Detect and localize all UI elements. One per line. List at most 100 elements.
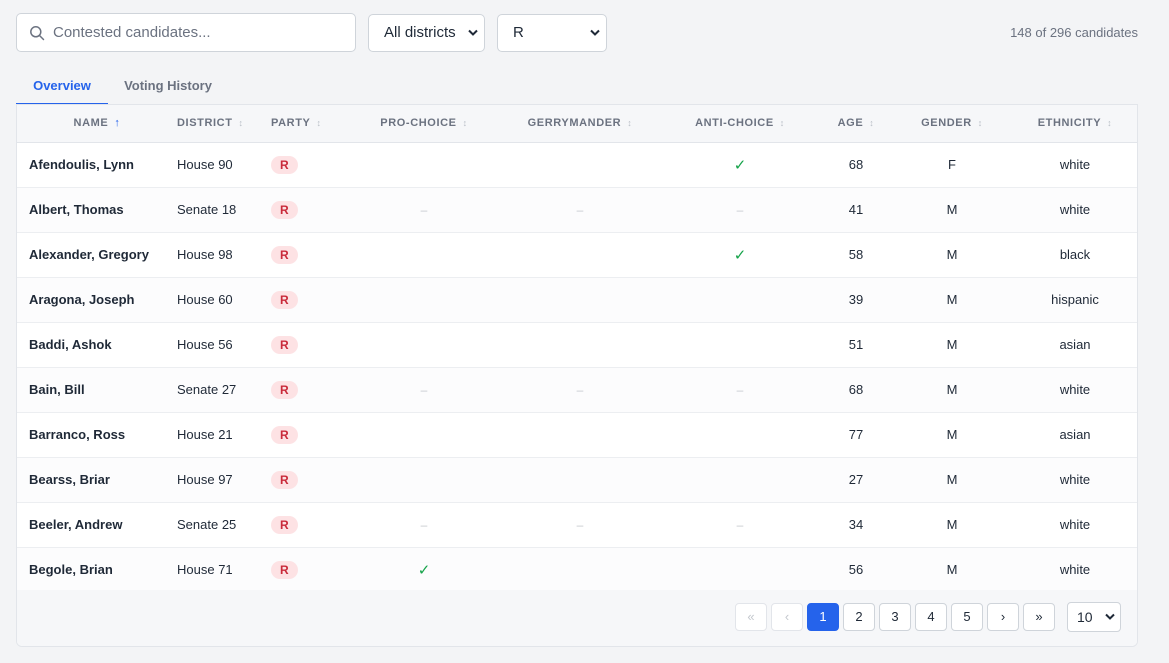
column-header-name[interactable]: NAME ↑	[17, 105, 177, 143]
sort-icon: ↕	[1107, 118, 1113, 129]
prev-page-button[interactable]: ‹	[771, 603, 803, 631]
cell-age: 77	[819, 412, 893, 458]
party-filter-select[interactable]: R	[497, 14, 607, 52]
sort-icon: ↕	[779, 118, 785, 129]
cell-ethnicity: white	[1011, 502, 1137, 548]
column-header-age[interactable]: AGE ↕	[819, 105, 893, 143]
candidates-table-card: NAME ↑ DISTRICT ↕ PARTY ↕ PRO-CHOICE ↕ GERRY…	[16, 104, 1138, 647]
column-header-gerrymander[interactable]: GERRYMANDER ↕	[499, 105, 661, 143]
table-row[interactable]: Baddi, Ashok House 56 R 51 M asian	[17, 322, 1137, 368]
cell-anti-choice	[661, 412, 819, 458]
cell-ethnicity: white	[1011, 142, 1137, 188]
pagination-bar: « ‹ 1 2 3 4 5 › » 10	[17, 590, 1137, 646]
dash-icon: –	[736, 383, 744, 397]
tab-voting-history[interactable]: Voting History	[118, 75, 218, 105]
dash-icon: –	[420, 518, 428, 532]
cell-district: House 60	[177, 277, 271, 323]
page-button-4[interactable]: 4	[915, 603, 947, 631]
cell-name: Beeler, Andrew	[17, 502, 177, 548]
per-page-select[interactable]: 10	[1067, 602, 1121, 632]
column-header-pro-choice[interactable]: PRO-CHOICE ↕	[349, 105, 499, 143]
district-filter-select[interactable]: All districts	[368, 14, 485, 52]
column-header-ethnicity[interactable]: ETHNICITY ↕	[1011, 105, 1137, 143]
cell-party: R	[271, 457, 349, 503]
cell-gerrymander	[499, 322, 661, 368]
cell-name: Barranco, Ross	[17, 412, 177, 458]
page-button-2[interactable]: 2	[843, 603, 875, 631]
check-icon: ✓	[733, 246, 747, 264]
column-header-gender[interactable]: GENDER ↕	[893, 105, 1011, 143]
dash-icon: –	[420, 383, 428, 397]
first-page-button[interactable]: «	[735, 603, 767, 631]
cell-age: 34	[819, 502, 893, 548]
next-page-button[interactable]: ›	[987, 603, 1019, 631]
district-filter-value: All districts	[384, 24, 456, 41]
party-badge: R	[271, 290, 298, 309]
cell-district: House 56	[177, 322, 271, 368]
cell-party: R	[271, 142, 349, 188]
party-badge: R	[271, 470, 298, 489]
search-input[interactable]	[53, 14, 348, 51]
cell-name: Begole, Brian	[17, 547, 177, 593]
table-row[interactable]: Bearss, Briar House 97 R 27 M white	[17, 457, 1137, 503]
table-header-row: NAME ↑ DISTRICT ↕ PARTY ↕ PRO-CHOICE ↕ GERRY…	[17, 105, 1137, 143]
dash-icon: –	[576, 518, 584, 532]
page-button-3[interactable]: 3	[879, 603, 911, 631]
table-row[interactable]: Begole, Brian House 71 R ✓ 56 M white	[17, 547, 1137, 593]
cell-pro-choice	[349, 322, 499, 368]
table-row[interactable]: Alexander, Gregory House 98 R ✓ 58 M bla…	[17, 232, 1137, 278]
cell-gerrymander	[499, 142, 661, 188]
cell-age: 51	[819, 322, 893, 368]
last-page-button[interactable]: »	[1023, 603, 1055, 631]
cell-name: Bearss, Briar	[17, 457, 177, 503]
chevron-down-icon	[1105, 613, 1115, 620]
cell-name: Aragona, Joseph	[17, 277, 177, 323]
cell-anti-choice: –	[661, 502, 819, 548]
sort-ascending-icon: ↑	[114, 117, 121, 130]
table-row[interactable]: Aragona, Joseph House 60 R 39 M hispanic	[17, 277, 1137, 323]
cell-gender: M	[893, 547, 1011, 593]
cell-anti-choice	[661, 457, 819, 503]
cell-age: 58	[819, 232, 893, 278]
column-header-district[interactable]: DISTRICT ↕	[177, 105, 271, 143]
sort-icon: ↕	[977, 118, 983, 129]
cell-district: Senate 25	[177, 502, 271, 548]
cell-gerrymander: –	[499, 502, 661, 548]
sort-icon: ↕	[238, 118, 244, 129]
table-row[interactable]: Albert, Thomas Senate 18 R – – – 41 M wh…	[17, 187, 1137, 233]
cell-pro-choice: –	[349, 187, 499, 233]
cell-anti-choice: –	[661, 187, 819, 233]
dash-icon: –	[736, 518, 744, 532]
sort-icon: ↕	[462, 118, 468, 129]
cell-gender: F	[893, 142, 1011, 188]
search-box[interactable]	[16, 13, 356, 52]
cell-party: R	[271, 322, 349, 368]
tab-overview[interactable]: Overview	[16, 75, 108, 105]
table-row[interactable]: Afendoulis, Lynn House 90 R ✓ 68 F white	[17, 142, 1137, 188]
party-badge: R	[271, 560, 298, 579]
page-button-5[interactable]: 5	[951, 603, 983, 631]
cell-age: 68	[819, 142, 893, 188]
column-header-party[interactable]: PARTY ↕	[271, 105, 349, 143]
table-row[interactable]: Barranco, Ross House 21 R 77 M asian	[17, 412, 1137, 458]
cell-party: R	[271, 232, 349, 278]
page-button-1[interactable]: 1	[807, 603, 839, 631]
cell-age: 41	[819, 187, 893, 233]
party-badge: R	[271, 155, 298, 174]
dash-icon: –	[420, 203, 428, 217]
column-header-anti-choice[interactable]: ANTI-CHOICE ↕	[661, 105, 819, 143]
table-row[interactable]: Beeler, Andrew Senate 25 R – – – 34 M wh…	[17, 502, 1137, 548]
cell-gender: M	[893, 322, 1011, 368]
cell-party: R	[271, 277, 349, 323]
cell-age: 39	[819, 277, 893, 323]
cell-gender: M	[893, 457, 1011, 503]
cell-anti-choice	[661, 277, 819, 323]
cell-anti-choice: –	[661, 367, 819, 413]
table-row[interactable]: Bain, Bill Senate 27 R – – – 68 M white	[17, 367, 1137, 413]
cell-gender: M	[893, 412, 1011, 458]
table-body: Afendoulis, Lynn House 90 R ✓ 68 F white…	[17, 142, 1137, 593]
cell-district: Senate 27	[177, 367, 271, 413]
cell-name: Alexander, Gregory	[17, 232, 177, 278]
cell-pro-choice	[349, 412, 499, 458]
cell-district: House 71	[177, 547, 271, 593]
